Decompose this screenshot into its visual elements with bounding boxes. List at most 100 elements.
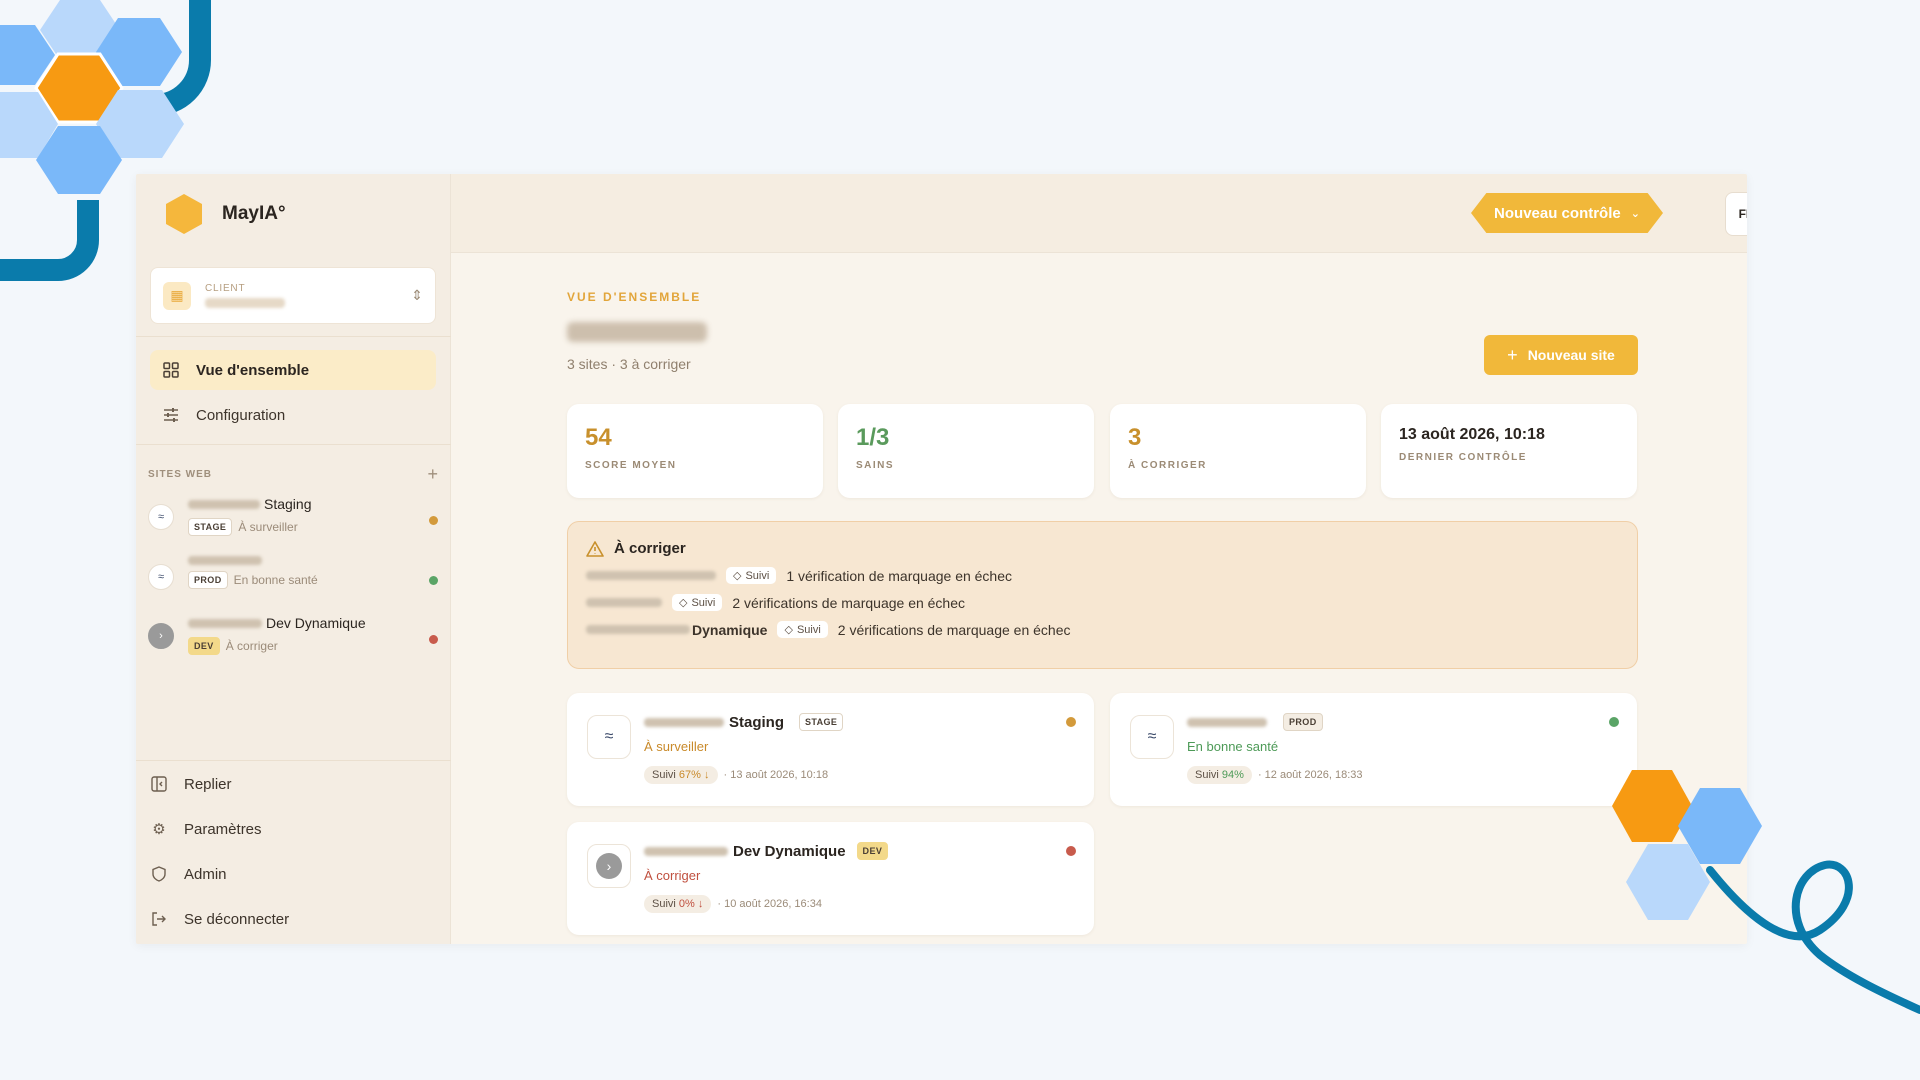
trend-down-icon: ↓ (697, 898, 704, 910)
chevron-up-down-icon: ⇕ (411, 287, 423, 303)
alert-message: 2 vérifications de marquage en échec (732, 594, 966, 611)
chevron-down-icon: ⌄ (1630, 207, 1640, 220)
divider (136, 336, 451, 337)
site-logo-icon: ≈ (587, 715, 631, 759)
card-status: À surveiller (644, 739, 709, 754)
suivi-label: Suivi (652, 769, 676, 781)
bottom-nav-label: Paramètres (184, 820, 262, 838)
suivi-badge: ◇ Suivi (726, 567, 777, 584)
sliders-icon (162, 406, 180, 424)
status-dot (1609, 717, 1619, 727)
brand[interactable]: MayIA° (164, 192, 286, 236)
alert-title: À corriger (586, 540, 1619, 557)
stat-value: 54 (585, 424, 612, 451)
bottom-nav-label: Se déconnecter (184, 910, 290, 928)
arrow-right-icon: › (587, 844, 631, 888)
bottom-nav-label: Admin (184, 865, 227, 883)
brand-name: MayIA° (222, 203, 286, 224)
page-subtitle: 3 sites · 3 à corriger (567, 356, 691, 372)
nav-item-overview[interactable]: Vue d'ensemble (150, 350, 436, 390)
env-tag: PROD (188, 571, 228, 589)
suivi-pill: Suivi 94% (1187, 766, 1252, 784)
building-icon: ▦ (163, 281, 191, 310)
site-card-dev[interactable]: › Dev Dynamique DEV À corriger Suivi 0% ↓… (567, 822, 1094, 935)
alert-message: 2 vérifications de marquage en échec (837, 621, 1071, 638)
env-tag: DEV (188, 637, 220, 655)
site-logo-icon: ≈ (148, 564, 174, 590)
stat-label: SCORE MOYEN (585, 460, 677, 471)
alert-row[interactable]: Dynamique ◇ Suivi 2 vérifications de marq… (586, 621, 1619, 638)
sidebar-collapse-icon (150, 775, 168, 793)
new-site-button[interactable]: + Nouveau site (1484, 335, 1638, 375)
sidebar-site-prod[interactable]: ≈ PROD En bonne santé (148, 556, 438, 602)
stat-value: 1/3 (856, 424, 890, 451)
site-status: À corriger (225, 639, 278, 653)
client-label: CLIENT (205, 283, 246, 294)
nav-item-configuration[interactable]: Configuration (150, 395, 436, 435)
suivi-label: Suivi (1195, 769, 1219, 781)
redacted-text (586, 598, 662, 607)
card-date: · 12 août 2026, 18:33 (1257, 769, 1363, 781)
stat-card-last-check: 13 août 2026, 10:18 DERNIER CONTRÔLE (1381, 404, 1637, 498)
status-dot (429, 516, 438, 525)
sites-section-header: SITES WEB + (148, 464, 438, 485)
hexagon-logo-icon (166, 194, 202, 234)
alert-row[interactable]: ◇ Suivi 2 vérifications de marquage en éc… (586, 594, 1619, 611)
collapse-sidebar-button[interactable]: Replier (150, 775, 232, 793)
suivi-percent: 94% (1221, 769, 1244, 781)
top-bar: Nouveau contrôle ⌄ FR EN (451, 174, 1747, 253)
site-card-prod[interactable]: ≈ PROD En bonne santé Suivi 94% · 12 aoû… (1110, 693, 1637, 806)
new-site-label: Nouveau site (1527, 347, 1615, 363)
settings-button[interactable]: ⚙ Paramètres (150, 820, 262, 839)
sidebar-site-staging[interactable]: ≈ Staging STAGE À surveiller (148, 496, 438, 542)
bottom-nav-label: Replier (184, 775, 232, 793)
status-dot (429, 635, 438, 644)
client-selector[interactable]: ▦ CLIENT ⇕ (150, 267, 436, 324)
site-name: Staging (264, 496, 312, 512)
site-logo-icon: ≈ (148, 504, 174, 530)
gear-icon: ⚙ (152, 821, 166, 838)
suivi-label: Suivi (691, 596, 716, 609)
suivi-pill: Suivi 67% ↓ (644, 766, 718, 784)
arrow-right-icon: › (148, 623, 174, 649)
site-card-staging[interactable]: ≈ Staging STAGE À surveiller Suivi 67% ↓ … (567, 693, 1094, 806)
divider (136, 760, 451, 761)
tag-icon: ◇ (733, 570, 742, 582)
admin-button[interactable]: Admin (150, 865, 227, 883)
shield-icon (150, 865, 168, 883)
divider (136, 444, 451, 445)
lang-fr-button[interactable]: FR (1739, 207, 1747, 221)
suivi-badge: ◇ Suivi (777, 621, 828, 638)
stat-card-score: 54 SCORE MOYEN (567, 404, 823, 498)
new-control-button[interactable]: Nouveau contrôle ⌄ (1471, 193, 1663, 233)
stat-label: À CORRIGER (1128, 460, 1207, 471)
logout-button[interactable]: Se déconnecter (150, 910, 289, 928)
sites-section-title: SITES WEB (148, 469, 213, 480)
redacted-text (188, 499, 260, 509)
env-tag: PROD (1283, 713, 1323, 731)
hexagon-decoration-bottom-right (1612, 770, 1920, 1014)
status-dot (1066, 846, 1076, 856)
suivi-percent: 67% (678, 769, 701, 781)
site-logo-icon: ≈ (1130, 715, 1174, 759)
redacted-text (644, 846, 728, 856)
alert-row[interactable]: ◇ Suivi 1 vérification de marquage en éch… (586, 567, 1619, 584)
status-dot (1066, 717, 1076, 727)
redacted-text (1187, 717, 1267, 727)
alert-title-text: À corriger (614, 540, 686, 557)
redacted-text (188, 556, 262, 565)
suivi-badge: ◇ Suivi (672, 594, 723, 611)
page-eyebrow: VUE D'ENSEMBLE (567, 290, 702, 304)
sidebar-site-dev[interactable]: › Dev Dynamique DEV À corriger (148, 615, 438, 661)
page-title-redacted (567, 322, 707, 342)
language-switcher: FR EN (1725, 192, 1747, 236)
card-status: En bonne santé (1187, 739, 1279, 754)
trend-down-icon: ↓ (704, 769, 710, 781)
card-site-name: Dev Dynamique (733, 842, 846, 860)
card-date: · 13 août 2026, 10:18 (723, 769, 829, 781)
client-name-redacted (205, 298, 285, 308)
stat-value: 3 (1128, 424, 1142, 451)
add-site-icon[interactable]: + (427, 464, 438, 485)
env-tag: DEV (856, 842, 889, 860)
card-date: · 10 août 2026, 16:34 (717, 898, 822, 910)
